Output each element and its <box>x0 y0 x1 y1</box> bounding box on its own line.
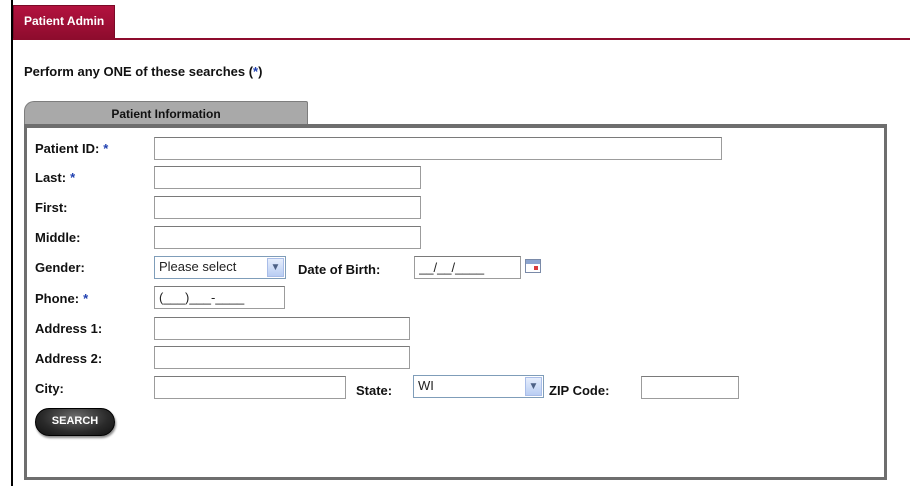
instruction-text: Perform any ONE of these searches (*) <box>24 64 262 79</box>
city-label: City: <box>35 381 64 396</box>
phone-input[interactable] <box>154 286 285 309</box>
state-select[interactable]: WI ▼ <box>413 375 544 398</box>
last-name-label-text: Last: <box>35 170 67 185</box>
instruction-main: Perform any ONE of these searches ( <box>24 64 254 79</box>
instruction-close: ) <box>258 64 263 79</box>
chevron-down-icon[interactable]: ▼ <box>267 258 284 277</box>
tab-patient-admin[interactable]: Patient Admin <box>13 5 116 39</box>
zip-input[interactable] <box>641 376 739 399</box>
patient-id-input[interactable] <box>154 137 722 160</box>
tab-underline <box>13 38 910 40</box>
search-button[interactable]: SEARCH <box>35 408 115 436</box>
middle-name-input[interactable] <box>154 226 421 249</box>
state-label: State: <box>356 383 393 398</box>
patient-id-label-text: Patient ID: <box>35 141 100 156</box>
gender-selected-value: Please select <box>159 259 237 274</box>
state-selected-value: WI <box>418 378 434 393</box>
address2-input[interactable] <box>154 346 410 369</box>
middle-name-label: Middle: <box>35 230 81 245</box>
dob-input[interactable] <box>414 256 521 279</box>
required-star: * <box>103 141 109 156</box>
address1-label: Address 1: <box>35 321 103 336</box>
city-input[interactable] <box>154 376 346 399</box>
last-name-input[interactable] <box>154 166 421 189</box>
dob-label: Date of Birth: <box>298 262 381 277</box>
required-star: * <box>70 170 76 185</box>
gender-select[interactable]: Please select ▼ <box>154 256 286 279</box>
patient-id-label: Patient ID: * <box>35 141 108 156</box>
first-name-label: First: <box>35 200 68 215</box>
last-name-label: Last: * <box>35 170 75 185</box>
first-name-input[interactable] <box>154 196 421 219</box>
calendar-icon[interactable] <box>525 259 541 273</box>
zip-label: ZIP Code: <box>549 383 610 398</box>
address2-label: Address 2: <box>35 351 103 366</box>
address1-input[interactable] <box>154 317 410 340</box>
required-star: * <box>83 291 89 306</box>
tab-patient-information[interactable]: Patient Information <box>24 101 308 125</box>
chevron-down-icon[interactable]: ▼ <box>525 377 542 396</box>
phone-label: Phone: * <box>35 291 88 306</box>
gender-label: Gender: <box>35 260 85 275</box>
phone-label-text: Phone: <box>35 291 80 306</box>
